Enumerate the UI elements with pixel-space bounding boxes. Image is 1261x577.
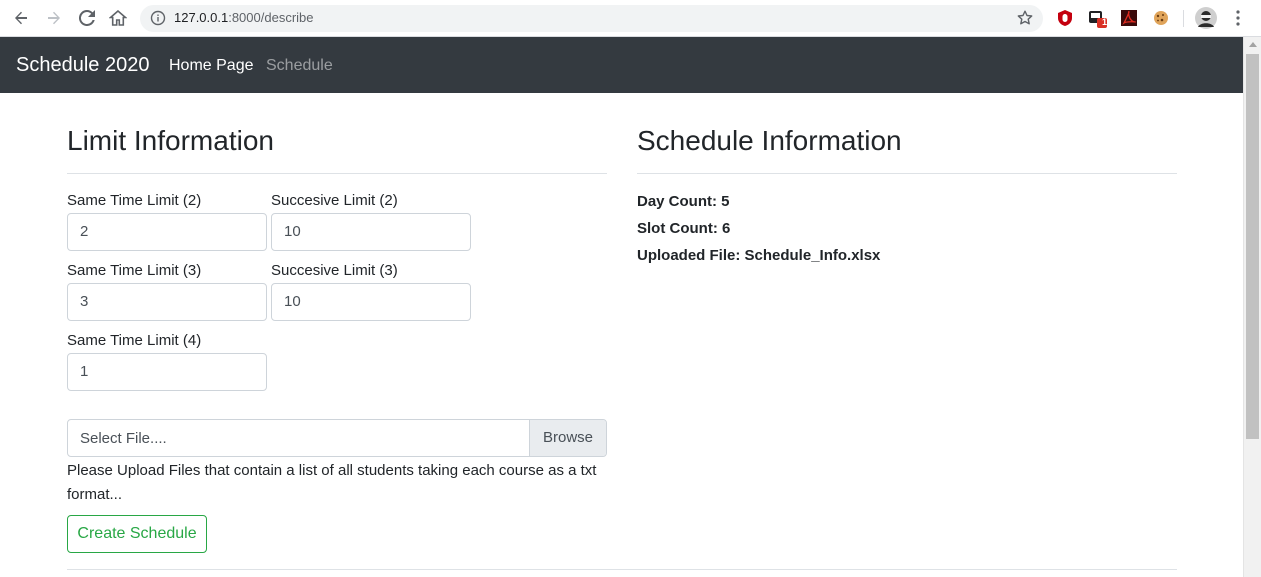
limit-information-section: Limit Information Same Time Limit (2) 2 … [67,93,607,553]
pdf-extension-icon[interactable] [1119,8,1139,28]
toolbar-divider [1183,10,1184,27]
page-scrollbar[interactable] [1243,37,1261,577]
forward-icon[interactable] [42,6,66,30]
same-time-limit-3-label: Same Time Limit (3) [67,262,202,279]
extension-with-badge-icon[interactable]: 1 [1088,8,1108,28]
same-time-limit-2-label: Same Time Limit (2) [67,192,202,209]
back-icon[interactable] [9,6,33,30]
file-upload-input[interactable]: Select File.... Browse [67,419,607,457]
ublock-extension-icon[interactable] [1055,8,1075,28]
more-menu-icon[interactable] [1228,8,1248,28]
nav-link-schedule[interactable]: Schedule [266,57,333,75]
slot-count: Slot Count: 6 [637,219,731,237]
footer-divider [67,569,1177,570]
succesive-limit-3-group: Succesive Limit (3) 10 [271,262,471,321]
limit-divider [67,172,607,174]
scroll-up-arrow-icon[interactable] [1249,42,1257,47]
url-text: 127.0.0.1:8000/describe [174,10,314,25]
reload-icon[interactable] [75,6,99,30]
succesive-limit-2-label: Succesive Limit (2) [271,192,398,209]
home-icon[interactable] [106,6,130,30]
cookie-extension-icon[interactable] [1151,8,1171,28]
address-bar[interactable]: 127.0.0.1:8000/describe [140,5,1043,32]
schedule-information-section: Schedule Information Day Count: 5 Slot C… [637,93,1177,269]
succesive-limit-3-label: Succesive Limit (3) [271,262,398,279]
same-time-limit-3-input[interactable]: 3 [67,283,267,321]
same-time-limit-2-input[interactable]: 2 [67,213,267,251]
uploaded-file: Uploaded File: Schedule_Info.xlsx [637,246,881,264]
url-path: :8000/describe [228,10,314,25]
schedule-information-title: Schedule Information [637,125,902,156]
same-time-limit-2-group: Same Time Limit (2) 2 [67,192,267,251]
browse-button[interactable]: Browse [529,420,606,456]
succesive-limit-3-input[interactable]: 10 [271,283,471,321]
scrollbar-thumb[interactable] [1246,54,1259,439]
bookmark-star-icon[interactable] [1016,9,1034,32]
url-host: 127.0.0.1 [174,10,229,25]
create-schedule-button[interactable]: Create Schedule [67,515,207,553]
profile-avatar-icon[interactable] [1195,7,1217,29]
limit-information-title: Limit Information [67,125,274,156]
succesive-limit-2-group: Succesive Limit (2) 10 [271,192,471,251]
upload-help-text: Please Upload Files that contain a list … [67,462,597,503]
navbar-brand[interactable]: Schedule 2020 [16,54,149,77]
succesive-limit-2-input[interactable]: 10 [271,213,471,251]
schedule-info-list: Day Count: 5 Slot Count: 6 Uploaded File… [637,188,1177,269]
extension-badge: 1 [1102,17,1108,27]
same-time-limit-3-group: Same Time Limit (3) 3 [67,262,267,321]
nav-link-home[interactable]: Home Page [169,57,254,75]
info-icon[interactable] [150,10,166,31]
navbar: Schedule 2020 Home Page Schedule [0,37,1243,93]
file-placeholder: Select File.... [80,430,167,447]
browser-toolbar: 127.0.0.1:8000/describe 1 [0,0,1261,37]
schedule-divider [637,172,1177,174]
same-time-limit-4-label: Same Time Limit (4) [67,332,202,349]
day-count: Day Count: 5 [637,192,730,210]
same-time-limit-4-group: Same Time Limit (4) 1 [67,332,267,391]
same-time-limit-4-input[interactable]: 1 [67,353,267,391]
